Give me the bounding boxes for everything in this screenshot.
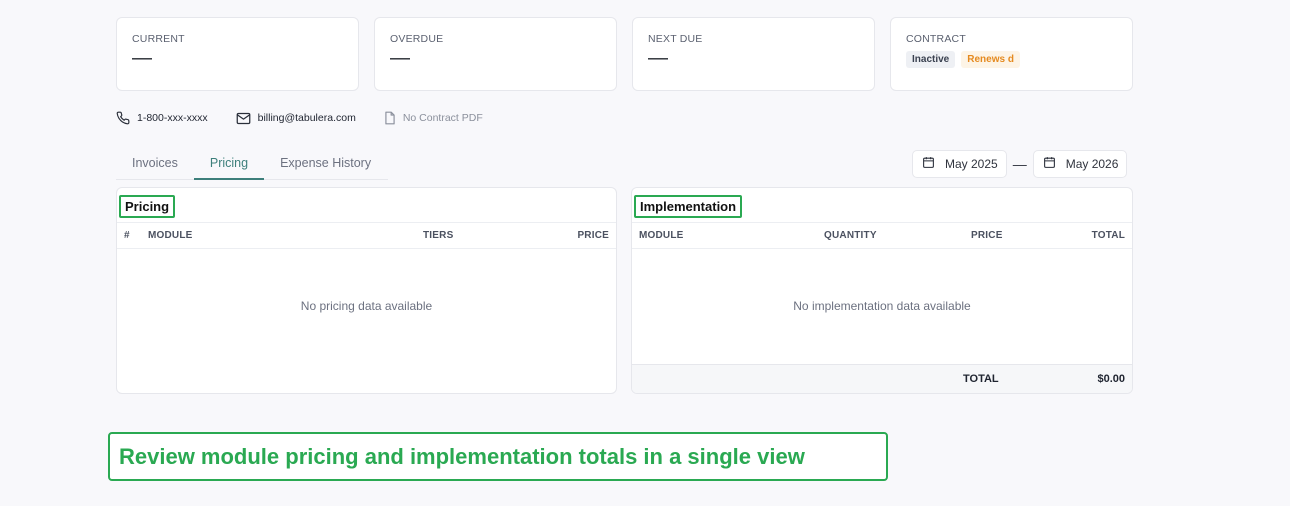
tab-bar: Invoices Pricing Expense History [116,151,388,180]
start-date-text: May 2025 [945,157,998,171]
current-card: CURRENT — [116,17,359,91]
implementation-total-row: TOTAL $0.00 [632,364,1132,393]
next-due-card: NEXT DUE — [632,17,875,91]
total-label: TOTAL [963,373,999,385]
phone-icon [116,111,130,125]
start-date-button[interactable]: May 2025 [912,150,1007,178]
overdue-card: OVERDUE — [374,17,617,91]
end-date-button[interactable]: May 2026 [1032,150,1128,178]
column-header: MODULE [639,230,684,241]
calendar-icon [1043,156,1056,172]
column-header: # [124,230,130,241]
contract-status-badge: Inactive [906,51,956,68]
contact-pdf: No Contract PDF [384,111,483,125]
total-value: $0.00 [1097,373,1125,385]
contract-card: CONTRACT Inactive Renews d [890,17,1133,91]
current-label: CURRENT [132,33,185,45]
next-due-label: NEXT DUE [648,33,703,45]
contract-pdf-text: No Contract PDF [402,112,483,124]
contact-row: 1-800-xxx-xxxx billing@tabulera.com No C… [116,111,511,125]
column-header: TIERS [423,230,454,241]
column-header: MODULE [148,230,193,241]
date-separator: — [1012,156,1027,172]
tab-invoices[interactable]: Invoices [116,151,194,180]
next-due-value: — [648,47,668,69]
summary-cards: CURRENT — OVERDUE — NEXT DUE — CONTRACT … [116,17,1133,91]
pricing-panel: Pricing # MODULE TIERS PRICE No pricing … [116,187,617,394]
implementation-table-header: MODULE QUANTITY PRICE TOTAL [632,223,1132,249]
implementation-panel: Implementation MODULE QUANTITY PRICE TOT… [631,187,1133,394]
pricing-empty-state: No pricing data available [300,299,433,313]
overdue-value: — [390,47,410,69]
implementation-empty-state: No implementation data available [793,299,971,313]
email-text: billing@tabulera.com [257,112,356,124]
date-range-picker: May 2025 — May 2026 [912,150,1128,178]
pricing-title: Pricing [119,195,176,218]
tab-expense-history[interactable]: Expense History [264,151,387,180]
mail-icon [236,112,251,125]
pricing-table-header: # MODULE TIERS PRICE [117,223,616,249]
contact-email[interactable]: billing@tabulera.com [236,112,356,125]
implementation-title: Implementation [634,195,743,218]
calendar-icon [922,156,935,172]
contract-renew-badge: Renews d [961,51,1020,68]
tab-pricing[interactable]: Pricing [193,151,265,180]
contract-label: CONTRACT [906,33,966,45]
column-header: PRICE [577,230,609,241]
contact-phone[interactable]: 1-800-xxx-xxxx [116,111,208,125]
column-header: QUANTITY [824,230,877,241]
end-date-text: May 2026 [1065,157,1119,171]
overdue-label: OVERDUE [390,33,444,45]
column-header: PRICE [971,230,1003,241]
document-icon [384,111,396,125]
phone-text: 1-800-xxx-xxxx [137,112,208,124]
column-header: TOTAL [1091,230,1125,241]
feature-caption: Review module pricing and implementation… [108,432,888,481]
current-value: — [132,47,152,69]
